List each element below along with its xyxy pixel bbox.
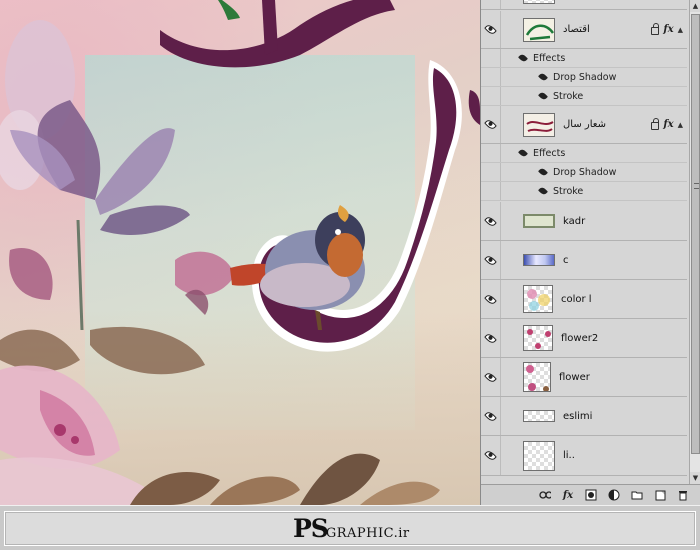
eye-icon[interactable] (518, 53, 528, 63)
visibility-toggle[interactable] (481, 0, 501, 9)
layer-thumbnail (523, 254, 555, 266)
layer-row[interactable]: شعار سال fx ▲ (481, 106, 687, 144)
effects-label: Effects (533, 52, 566, 64)
layer-name: flower (559, 371, 590, 383)
link-layers-icon[interactable] (539, 489, 551, 501)
layer-row[interactable]: li.. (481, 436, 687, 476)
layer-name: اقتصاد (563, 24, 590, 35)
layer-thumbnail (523, 285, 553, 313)
visibility-toggle[interactable] (481, 436, 501, 475)
scroll-down-button[interactable]: ▼ (690, 472, 700, 484)
visibility-toggle[interactable] (481, 202, 501, 240)
layer-row-partial[interactable] (481, 0, 687, 10)
eye-icon (484, 253, 497, 267)
layer-thumbnail (523, 362, 551, 392)
layer-name: eslimi (563, 410, 593, 422)
eye-icon (484, 409, 497, 423)
watermark-footer: PS GRAPHIC.ir (0, 505, 700, 550)
artwork (0, 0, 480, 505)
layers-bottom-toolbar: fx (481, 484, 700, 505)
layer-name: c (563, 254, 569, 266)
effect-label: Stroke (553, 90, 584, 102)
add-mask-icon[interactable] (585, 489, 597, 501)
layer-row[interactable]: eslimi (481, 397, 687, 436)
layer-row[interactable]: flower2 (481, 319, 687, 358)
effect-stroke[interactable]: Stroke (481, 182, 687, 201)
layer-thumbnail (523, 17, 555, 42)
layer-row[interactable]: color l (481, 280, 687, 319)
new-layer-icon[interactable] (654, 489, 666, 501)
layer-row[interactable]: اقتصاد fx ▲ (481, 11, 687, 49)
effects-group[interactable]: Effects (481, 144, 687, 163)
document-canvas[interactable] (0, 0, 480, 505)
fx-icon: fx (663, 24, 674, 35)
eye-icon[interactable] (538, 72, 548, 82)
layers-panel: اقتصاد fx ▲ Effects Drop Shadow Stroke ش… (480, 0, 700, 505)
effect-drop-shadow[interactable]: Drop Shadow (481, 163, 687, 182)
layer-row[interactable]: c (481, 241, 687, 280)
eye-icon[interactable] (518, 148, 528, 158)
effect-label: Drop Shadow (553, 71, 617, 83)
visibility-toggle[interactable] (481, 397, 501, 435)
visibility-toggle[interactable] (481, 106, 501, 143)
layer-list: اقتصاد fx ▲ Effects Drop Shadow Stroke ش… (481, 0, 689, 484)
visibility-toggle[interactable] (481, 319, 501, 357)
layer-name: kadr (563, 215, 586, 227)
eye-icon (484, 449, 497, 462)
layer-name: flower2 (561, 332, 599, 344)
footer-frame: PS GRAPHIC.ir (4, 511, 696, 546)
eye-icon (484, 214, 497, 228)
add-layer-style-icon[interactable]: fx (562, 489, 574, 501)
layer-thumbnail (523, 112, 555, 137)
effect-label: Drop Shadow (553, 166, 617, 178)
scroll-up-button[interactable]: ▲ (690, 0, 700, 12)
layer-row[interactable]: flower (481, 358, 687, 397)
layer-thumbnail (523, 214, 555, 228)
layer-row[interactable]: kadr (481, 202, 687, 241)
layer-name: شعار سال (563, 119, 606, 130)
layer-thumbnail (523, 410, 555, 422)
leaves-bottom (130, 453, 440, 505)
collapse-triangle-icon[interactable]: ▲ (678, 26, 683, 34)
layers-scrollbar[interactable]: ▲ ▼ (689, 0, 700, 484)
eye-icon[interactable] (538, 186, 548, 196)
eye-icon (484, 118, 497, 131)
logo-ps-text: PS (293, 514, 329, 543)
lock-icon (651, 117, 660, 130)
eye-icon (484, 23, 497, 36)
visibility-toggle[interactable] (481, 241, 501, 279)
collapse-triangle-icon[interactable]: ▲ (678, 121, 683, 129)
logo-domain-text: GRAPHIC.ir (325, 526, 410, 541)
effects-group[interactable]: Effects (481, 49, 687, 68)
eye-icon[interactable] (538, 167, 548, 177)
eye-icon[interactable] (538, 91, 548, 101)
psgraphic-logo: PS GRAPHIC.ir (293, 516, 410, 541)
eye-icon (484, 370, 497, 384)
effect-stroke[interactable]: Stroke (481, 87, 687, 106)
scroll-thumb[interactable] (691, 14, 700, 454)
effect-label: Stroke (553, 185, 584, 197)
visibility-toggle[interactable] (481, 358, 501, 396)
layer-name: color l (561, 293, 592, 305)
layer-thumbnail (523, 440, 555, 471)
adjustment-layer-icon[interactable] (608, 489, 620, 501)
eye-icon (484, 292, 497, 306)
fx-icon: fx (663, 119, 674, 130)
flower-illustration-left (0, 20, 235, 505)
eye-icon (484, 331, 497, 345)
new-group-folder-icon[interactable] (631, 489, 643, 501)
layer-name: li.. (563, 450, 575, 461)
effect-drop-shadow[interactable]: Drop Shadow (481, 68, 687, 87)
visibility-toggle[interactable] (481, 11, 501, 48)
layer-thumbnail (523, 0, 555, 4)
visibility-toggle[interactable] (481, 280, 501, 318)
effects-label: Effects (533, 147, 566, 159)
layer-thumbnail (523, 325, 553, 351)
lock-icon (651, 22, 660, 35)
trash-icon[interactable] (677, 489, 689, 501)
